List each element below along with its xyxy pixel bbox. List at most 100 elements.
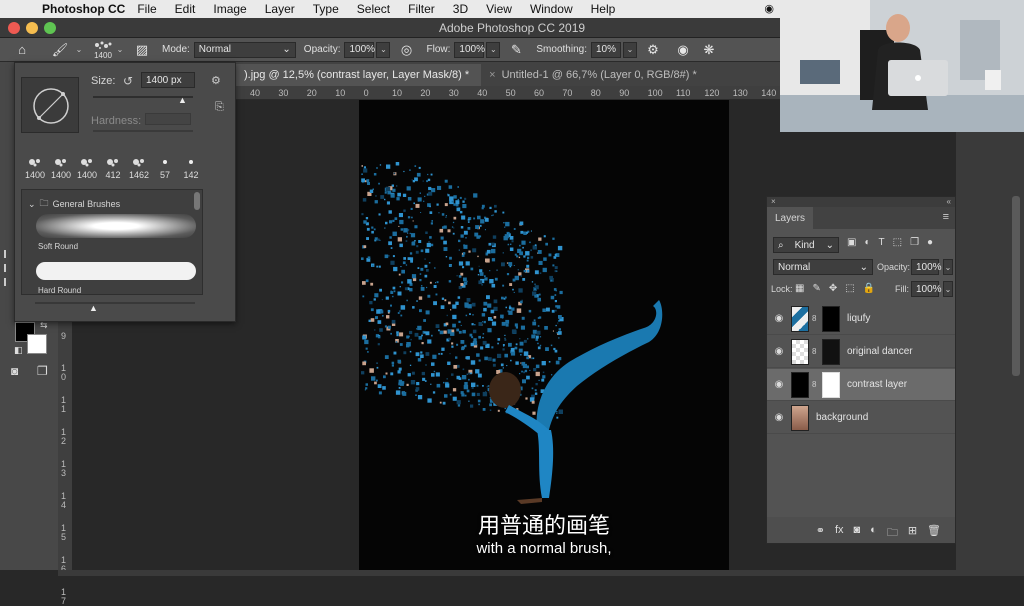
- airbrush-icon[interactable]: ✎: [504, 40, 528, 60]
- visibility-eye-icon[interactable]: ◉: [767, 313, 791, 324]
- menu-filter[interactable]: Filter: [408, 2, 435, 16]
- lock-pixels-icon[interactable]: ✎: [812, 283, 820, 294]
- tab-layers[interactable]: Layers: [767, 207, 814, 229]
- lock-position-icon[interactable]: ✥: [829, 283, 837, 294]
- preset-4[interactable]: 412: [101, 156, 125, 182]
- adjustment-filter-icon[interactable]: ◐: [864, 237, 870, 248]
- menu-3d[interactable]: 3D: [453, 2, 468, 16]
- layer-style-icon[interactable]: fx: [835, 524, 844, 543]
- smart-object-filter-icon[interactable]: ❐: [910, 237, 919, 248]
- type-filter-icon[interactable]: T: [879, 237, 885, 248]
- brush-tip-preview[interactable]: [21, 77, 79, 133]
- layer-row-contrast-layer[interactable]: ◉ 8 contrast layer: [767, 369, 955, 401]
- link-icon[interactable]: 8: [812, 380, 820, 389]
- new-preset-icon[interactable]: ⎘: [215, 101, 224, 114]
- layer-opacity-input[interactable]: 100%: [911, 259, 942, 275]
- link-layers-icon[interactable]: ⚭: [816, 524, 825, 543]
- soft-round-stroke[interactable]: [36, 214, 196, 238]
- preset-3[interactable]: 1400: [75, 156, 99, 182]
- fill-dropdown[interactable]: ⌄: [943, 281, 953, 297]
- brush-preset-picker[interactable]: 1400: [92, 39, 114, 60]
- tool-preset-dropdown[interactable]: ⌄: [74, 42, 84, 58]
- collapse-panel-icon[interactable]: «: [947, 197, 951, 206]
- preset-1[interactable]: 1400: [23, 156, 47, 182]
- mask-thumbnail[interactable]: [822, 371, 840, 398]
- preset-6[interactable]: 57: [153, 156, 177, 182]
- quick-mask-icon[interactable]: ◙: [11, 364, 18, 378]
- image-filter-icon[interactable]: ▣: [847, 237, 856, 248]
- layer-row-background[interactable]: ◉ background: [767, 402, 955, 434]
- add-mask-icon[interactable]: ◙: [854, 524, 861, 543]
- shape-filter-icon[interactable]: ⬚: [893, 237, 902, 248]
- flow-dropdown[interactable]: ⌄: [486, 41, 501, 58]
- menu-help[interactable]: Help: [591, 2, 616, 16]
- smoothing-dropdown[interactable]: ⌄: [622, 41, 637, 58]
- fill-input[interactable]: 100%: [911, 281, 942, 297]
- layer-thumbnail[interactable]: [791, 338, 809, 365]
- preset-2[interactable]: 1400: [49, 156, 73, 182]
- new-group-icon[interactable]: 🗀: [887, 524, 898, 543]
- close-panel-icon[interactable]: ×: [771, 197, 776, 206]
- mode-select[interactable]: Normal ⌄: [193, 41, 296, 58]
- size-slider-handle[interactable]: ▲: [178, 95, 187, 105]
- preview-size-handle[interactable]: ▲: [89, 303, 98, 313]
- brush-preset-dropdown[interactable]: ⌄: [116, 42, 124, 58]
- layer-thumbnail[interactable]: [791, 404, 809, 431]
- lock-transparency-icon[interactable]: ▦: [795, 283, 804, 294]
- menu-window[interactable]: Window: [530, 2, 573, 16]
- tab-untitled-1[interactable]: × Untitled-1 @ 66,7% (Layer 0, RGB/8#) *: [481, 64, 709, 86]
- filter-toggle-icon[interactable]: ●: [927, 237, 933, 248]
- menu-layer[interactable]: Layer: [265, 2, 295, 16]
- layer-row-liqufy[interactable]: ◉ 8 liqufy: [767, 303, 955, 335]
- record-status-icon[interactable]: ◉: [764, 2, 774, 15]
- opacity-dropdown[interactable]: ⌄: [376, 41, 391, 58]
- menu-view[interactable]: View: [486, 2, 512, 16]
- default-colors-icon[interactable]: ◧: [14, 345, 23, 356]
- blend-mode-select[interactable]: Normal ⌄: [773, 259, 873, 275]
- document-canvas[interactable]: [359, 100, 729, 570]
- link-icon[interactable]: 8: [812, 347, 820, 356]
- folder-general-brushes[interactable]: ⌄ 🗀 General Brushes: [28, 196, 120, 212]
- layer-row-original-dancer[interactable]: ◉ 8 original dancer: [767, 336, 955, 368]
- right-dock-scrollbar[interactable]: [1012, 196, 1020, 376]
- layer-opacity-dropdown[interactable]: ⌄: [943, 259, 953, 275]
- layer-thumbnail[interactable]: [791, 371, 809, 398]
- brush-list-scrollbar[interactable]: [194, 192, 200, 210]
- menu-select[interactable]: Select: [357, 2, 390, 16]
- hardness-slider-track[interactable]: [93, 130, 193, 132]
- layer-thumbnail[interactable]: [791, 305, 809, 332]
- flow-input[interactable]: 100%: [454, 41, 485, 58]
- symmetry-icon[interactable]: ❋: [697, 40, 721, 60]
- lock-all-icon[interactable]: 🔒: [863, 283, 875, 294]
- hard-round-stroke[interactable]: [36, 262, 196, 280]
- menu-type[interactable]: Type: [313, 2, 339, 16]
- opacity-input[interactable]: 100%: [344, 41, 375, 58]
- brush-size-input[interactable]: 1400 px: [141, 72, 195, 88]
- menu-image[interactable]: Image: [213, 2, 246, 16]
- adjustment-layer-icon[interactable]: ◐: [870, 524, 877, 543]
- filter-kind-select[interactable]: ⌕ Kind ⌄: [773, 237, 839, 253]
- visibility-eye-icon[interactable]: ◉: [767, 379, 791, 390]
- panel-menu-icon[interactable]: ≡: [943, 211, 949, 223]
- visibility-eye-icon[interactable]: ◉: [767, 346, 791, 357]
- preset-7[interactable]: 142: [179, 156, 203, 182]
- preview-size-slider[interactable]: [35, 302, 195, 304]
- trash-icon[interactable]: 🗑: [927, 524, 941, 543]
- new-layer-icon[interactable]: ⊞: [908, 524, 917, 543]
- hardness-input[interactable]: [145, 113, 191, 125]
- tab-contrast-layer-doc[interactable]: ).jpg @ 12,5% (contrast layer, Layer Mas…: [236, 64, 482, 86]
- background-color-swatch[interactable]: [27, 334, 47, 354]
- menu-edit[interactable]: Edit: [175, 2, 196, 16]
- link-icon[interactable]: 8: [812, 314, 820, 323]
- smoothing-input[interactable]: 10%: [590, 41, 621, 58]
- app-name-menu[interactable]: Photoshop CC: [42, 2, 125, 16]
- menu-file[interactable]: File: [137, 2, 156, 16]
- lock-artboard-icon[interactable]: ⬚: [845, 283, 854, 294]
- brush-settings-icon[interactable]: ▨: [130, 40, 154, 60]
- mask-thumbnail[interactable]: [822, 305, 840, 332]
- brush-tool-icon[interactable]: 🖌: [48, 40, 72, 60]
- mask-thumbnail[interactable]: [822, 338, 840, 365]
- pressure-opacity-icon[interactable]: ◎: [394, 40, 418, 60]
- pressure-size-icon[interactable]: ◉: [671, 40, 695, 60]
- brush-panel-gear-icon[interactable]: ⚙: [211, 74, 221, 87]
